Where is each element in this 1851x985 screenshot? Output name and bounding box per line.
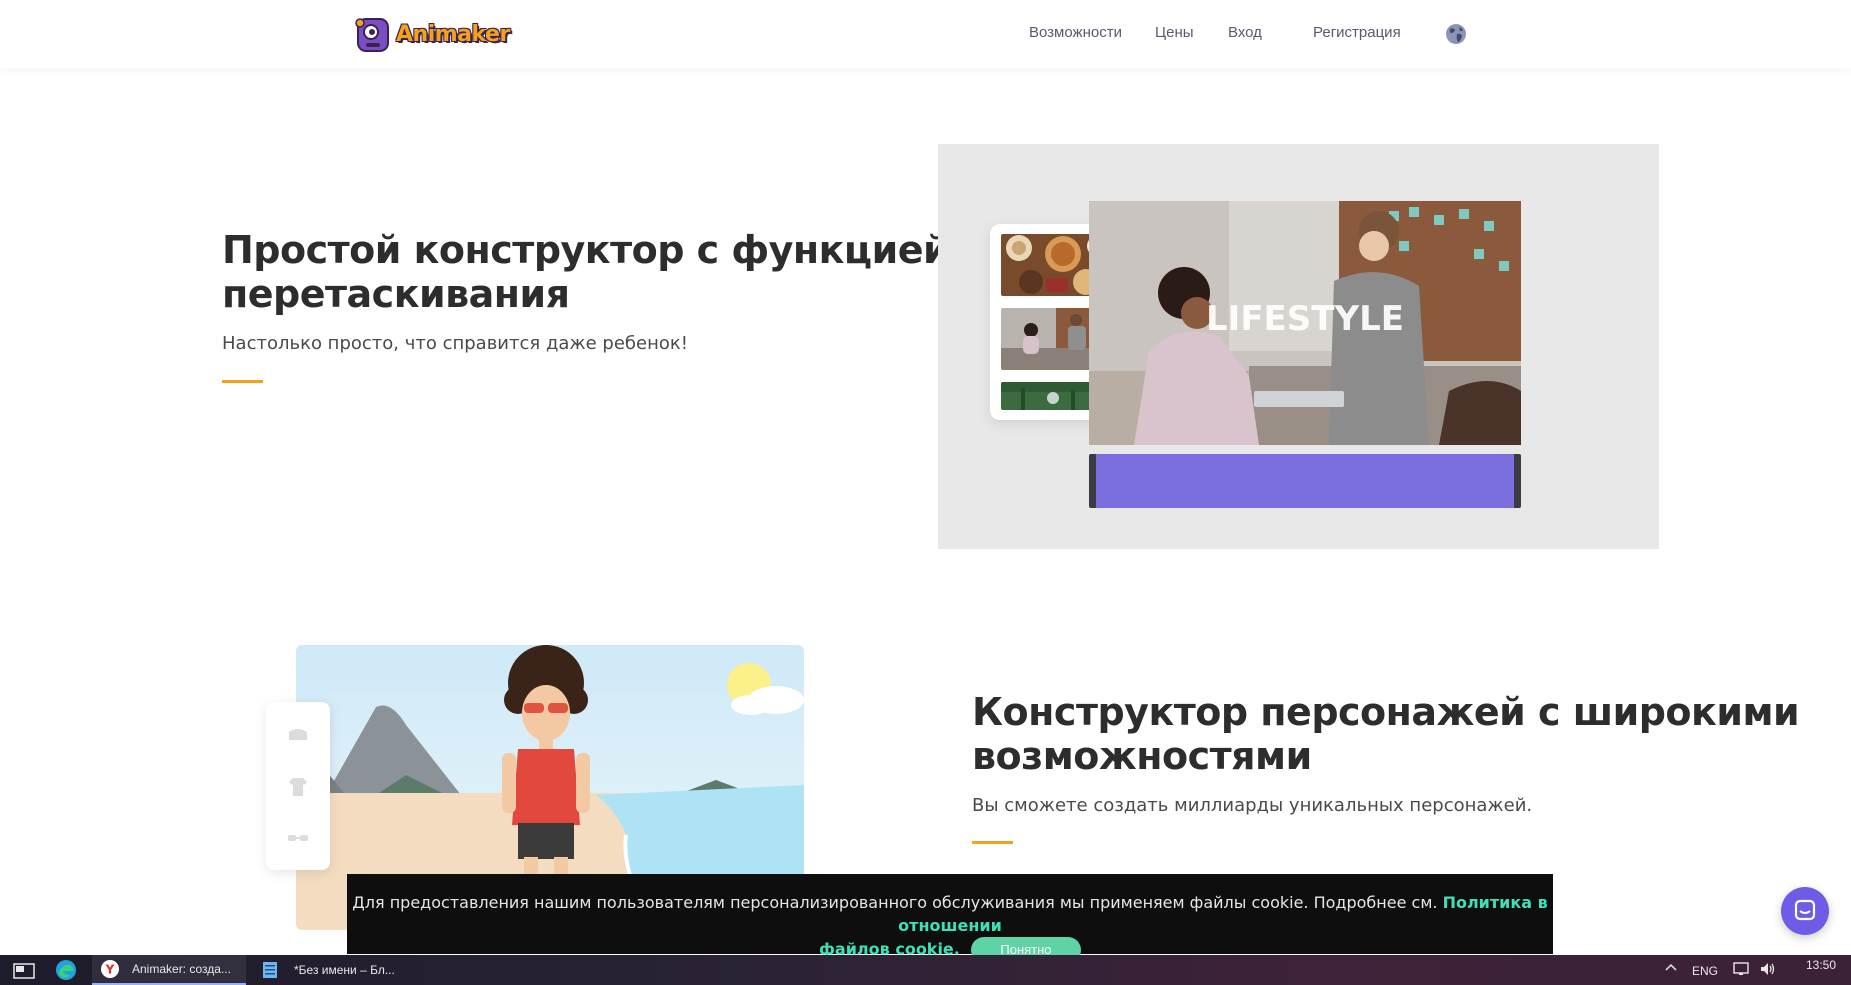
edge-browser-icon[interactable] (55, 955, 77, 985)
character-title-line2: возможностями (972, 734, 1312, 778)
cookie-text-line1: Для предоставления нашим пользователям п… (347, 891, 1553, 937)
character-title-line1: Конструктор персонажей с широкими (972, 690, 1800, 734)
character-subtitle: Вы сможете создать миллиарды уникальных … (972, 795, 1533, 816)
dragdrop-title-line1: Простой конструктор с функцией (222, 228, 950, 272)
nav-signup-link[interactable]: Регистрация (1313, 24, 1401, 41)
nav-features-link[interactable]: Возможности (1029, 24, 1122, 41)
nav-prices-link[interactable]: Цены (1155, 24, 1194, 41)
nav-login-link[interactable]: Вход (1228, 24, 1262, 41)
chat-button[interactable] (1781, 887, 1829, 935)
character-tool-palette (266, 702, 330, 870)
dragdrop-title-line2: перетаскивания (222, 272, 570, 316)
svg-text:Y: Y (105, 963, 115, 977)
site-header: Animaker Возможности Цены Вход Регистрац… (0, 0, 1851, 68)
keyboard-language[interactable]: ENG (1692, 964, 1718, 978)
timeline-track[interactable] (1089, 454, 1521, 508)
notepad-icon (263, 962, 277, 978)
chat-icon (1794, 899, 1816, 921)
start-icon[interactable] (12, 955, 36, 985)
tray-expand-icon[interactable] (1664, 960, 1678, 977)
logo-text: Animaker (396, 21, 510, 47)
character-title: Конструктор персонажей с широкими возмож… (972, 690, 1800, 778)
notepad-tab-label: *Без имени – Бл... (294, 963, 395, 977)
volume-icon[interactable] (1759, 961, 1777, 980)
dragdrop-accent-rule (222, 380, 263, 383)
globe-language-icon[interactable] (1444, 22, 1468, 46)
shirt-tool-icon[interactable] (286, 775, 310, 799)
dragdrop-title: Простой конструктор с функцией перетаски… (222, 228, 950, 316)
network-icon[interactable] (1733, 961, 1751, 980)
clock-time[interactable]: 13:50 (1806, 958, 1836, 972)
dragdrop-subtitle: Настолько просто, что справится даже реб… (222, 333, 688, 354)
lifestyle-preview-image: LIFESTYLE (1089, 201, 1521, 445)
cookie-text: Для предоставления нашим пользователям п… (352, 893, 1438, 912)
animaker-logo[interactable]: Animaker (352, 13, 510, 55)
taskbar-browser-tab[interactable]: Y Animaker: созда... (92, 955, 246, 985)
glasses-tool-icon[interactable] (286, 826, 310, 850)
browser-tab-label: Animaker: созда... (132, 962, 231, 976)
mascot-logo-icon (352, 13, 394, 55)
windows-taskbar: Y Animaker: созда... *Без имени – Бл... … (0, 955, 1851, 985)
preview-label: LIFESTYLE (1206, 299, 1404, 339)
cookie-banner: Для предоставления нашим пользователям п… (347, 874, 1553, 963)
taskbar-notepad-tab[interactable]: *Без имени – Бл... (258, 955, 418, 985)
character-accent-rule (972, 841, 1013, 844)
yandex-browser-icon: Y (101, 960, 119, 978)
hair-tool-icon[interactable] (286, 722, 310, 746)
